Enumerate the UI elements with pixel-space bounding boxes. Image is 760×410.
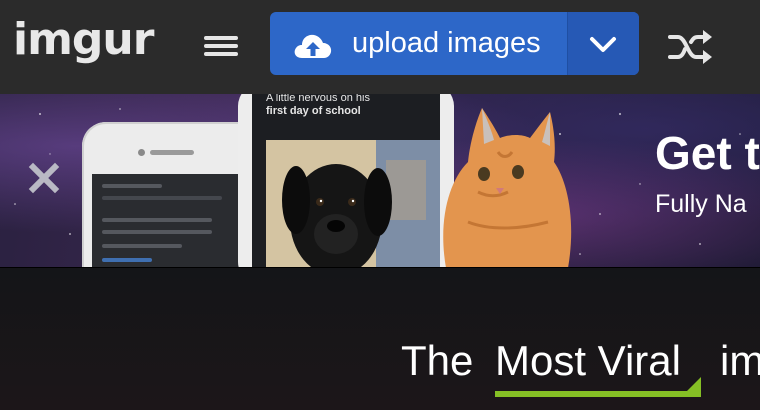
caption-line-2: first day of school	[266, 105, 361, 117]
top-navigation-bar: imgur upload images	[0, 0, 760, 94]
cloud-upload-icon	[294, 34, 332, 58]
upload-images-button[interactable]: upload images	[270, 12, 567, 75]
sort-selector-underline	[495, 391, 701, 397]
phone-post-caption: A little nervous on his first day of sch…	[266, 94, 370, 118]
dog-photo	[266, 140, 440, 268]
chevron-down-icon	[590, 37, 616, 52]
promo-subtitle: Fully Na	[655, 190, 747, 218]
upload-options-dropdown[interactable]	[567, 12, 639, 75]
sort-selector-most-viral[interactable]: Most Viral	[495, 336, 681, 386]
promo-banner[interactable]: A little nervous on his first day of sch…	[0, 94, 760, 268]
hamburger-menu-icon[interactable]	[198, 30, 244, 64]
sort-prefix-text: The	[401, 337, 474, 384]
sort-dropdown-indicator	[686, 377, 701, 392]
upload-images-button-group: upload images	[270, 12, 639, 75]
gallery-sort-header: The Most Viral im	[0, 268, 760, 410]
white-phone-illustration	[82, 122, 262, 268]
caption-line-1: A little nervous on his	[266, 94, 370, 104]
upload-images-label: upload images	[352, 27, 541, 59]
shuffle-icon[interactable]	[666, 27, 714, 67]
sort-suffix-text: im	[720, 337, 760, 384]
imgur-logo[interactable]: imgur	[13, 10, 154, 70]
cat-illustration	[443, 108, 572, 268]
black-phone-illustration: A little nervous on his first day of sch…	[238, 94, 454, 268]
close-banner-icon[interactable]	[28, 162, 60, 194]
promo-title: Get t	[655, 127, 760, 179]
